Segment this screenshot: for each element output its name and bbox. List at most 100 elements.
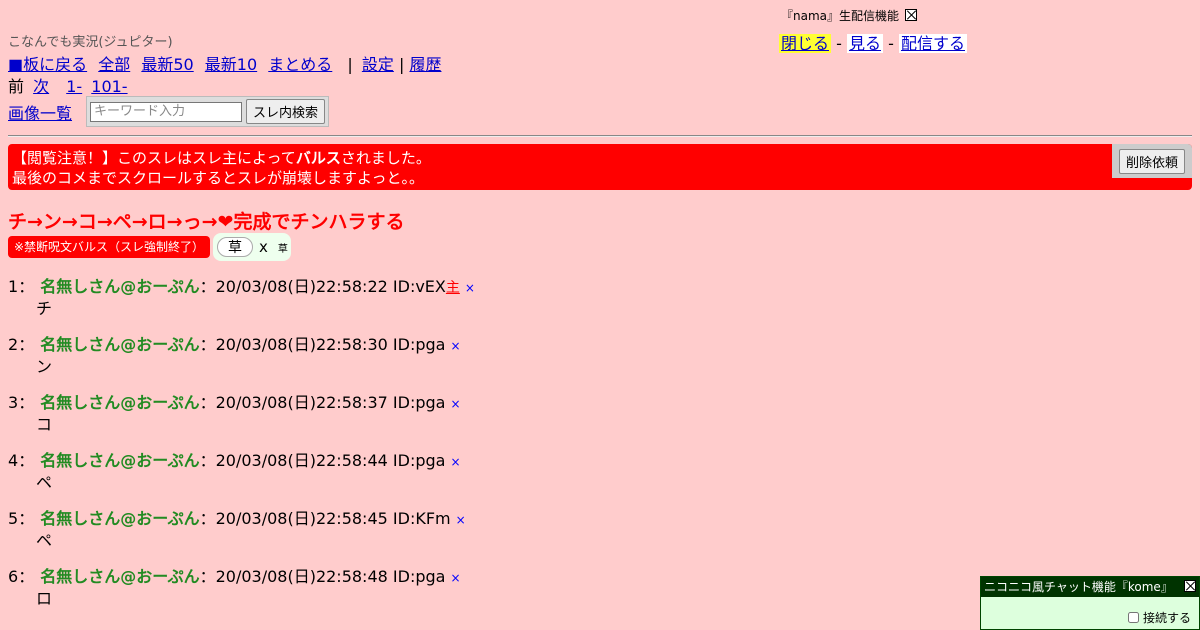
post-name: 名無しさん@おーぷん (40, 567, 200, 586)
warning-banner: 【閲覧注意！】このスレはスレ主によってバルスされました。 最後のコメまでスクロー… (8, 144, 1192, 190)
post-number[interactable]: 4 (8, 451, 18, 470)
post: 1： 名無しさん@おーぷん：20/03/08(日)22:58:22 ID:vEX主… (8, 277, 475, 335)
nama-broadcast-link[interactable]: 配信する (898, 34, 967, 53)
delete-post-icon[interactable]: × (450, 571, 460, 585)
nav-bar: ■板に戻る 全部 最新50 最新10 まとめる | 設定 | 履歴 (8, 51, 447, 75)
chat-header: ニコニコ風チャット機能『kome』 (981, 577, 1199, 597)
post-name: 名無しさん@おーぷん (40, 335, 200, 354)
post: 2： 名無しさん@おーぷん：20/03/08(日)22:58:30 ID:pga ×… (8, 335, 475, 393)
post-colon: ： (199, 451, 216, 470)
thread-title-suffix: 完成でチンハラする (233, 211, 405, 233)
post-date: 20/03/08(日)22:58:45 (215, 509, 388, 528)
connect-checkbox[interactable] (1127, 612, 1139, 623)
post-number[interactable]: 2 (8, 335, 18, 354)
delete-post-icon[interactable]: × (450, 455, 460, 469)
post-body: ペ (36, 531, 53, 550)
post-name: 名無しさん@おーぷん (40, 509, 200, 528)
post-body: ペ (36, 473, 53, 492)
post-sep: ： (18, 277, 35, 296)
close-icon[interactable] (1184, 580, 1196, 592)
back-to-board-link[interactable]: ■板に戻る (8, 55, 87, 74)
post-header: 4： 名無しさん@おーぷん：20/03/08(日)22:58:44 ID:pga × (8, 451, 475, 472)
chat-connect[interactable]: 接続する (1127, 609, 1191, 626)
post-number[interactable]: 1 (8, 277, 18, 296)
range-1-link[interactable]: 1- (66, 77, 82, 96)
post: 6： 名無しさん@おーぷん：20/03/08(日)22:58:48 ID:pga ×… (8, 567, 475, 625)
post-header: 2： 名無しさん@おーぷん：20/03/08(日)22:58:30 ID:pga × (8, 335, 475, 356)
post-date: 20/03/08(日)22:58:48 (215, 567, 388, 586)
thread-title: チ→ン→コ→ペ→ロ→っ→❤完成でチンハラする (8, 207, 404, 234)
heart-icon: ❤ (217, 211, 234, 233)
post-name: 名無しさん@おーぷん (40, 451, 200, 470)
post-id[interactable]: ID:pga (393, 451, 446, 470)
image-list-link[interactable]: 画像一覧 (8, 100, 72, 124)
nama-watch-link[interactable]: 見る (846, 34, 883, 53)
settings-link[interactable]: 設定 (362, 55, 394, 74)
post-header: 1： 名無しさん@おーぷん：20/03/08(日)22:58:22 ID:vEX主… (8, 277, 475, 298)
search-button[interactable]: スレ内検索 (246, 99, 326, 124)
delete-post-icon[interactable]: × (465, 281, 475, 295)
post-header: 3： 名無しさん@おーぷん：20/03/08(日)22:58:37 ID:pga × (8, 393, 475, 414)
delete-request-button[interactable]: 削除依頼 (1118, 148, 1185, 174)
delete-post-icon[interactable]: × (450, 339, 460, 353)
post-date: 20/03/08(日)22:58:30 (215, 335, 388, 354)
summarize-link[interactable]: まとめる (268, 55, 332, 74)
post-list: 1： 名無しさん@おーぷん：20/03/08(日)22:58:22 ID:vEX主… (8, 277, 475, 625)
post-id[interactable]: ID:pga (393, 335, 446, 354)
divider (8, 135, 1192, 137)
range-101-link[interactable]: 101- (91, 77, 127, 96)
nama-close-link[interactable]: 閉じる (779, 34, 832, 53)
post-date: 20/03/08(日)22:58:44 (215, 451, 388, 470)
balus-badge: ※禁断呪文バルス（スレ強制終了） (8, 236, 211, 258)
warning-prefix: 【閲覧注意！】このスレはスレ主によって (12, 149, 296, 167)
nav-separator: | (347, 55, 353, 74)
next-link[interactable]: 次 (33, 77, 49, 96)
all-posts-link[interactable]: 全部 (98, 55, 130, 74)
warning-bold: バルス (295, 149, 341, 167)
post-id[interactable]: ID:pga (393, 567, 446, 586)
post-id[interactable]: ID:pga (393, 393, 446, 412)
post-id[interactable]: ID:KFm (393, 509, 451, 528)
warning-line-1: 【閲覧注意！】このスレはスレ主によってバルスされました。 (12, 148, 1192, 168)
chat-panel: ニコニコ風チャット機能『kome』 接続する (980, 576, 1200, 630)
post-number[interactable]: 6 (8, 567, 18, 586)
search-input[interactable] (90, 101, 243, 122)
warning-suffix: されました。 (340, 149, 431, 167)
nama-dash: - (836, 34, 842, 53)
post-colon: ： (199, 567, 216, 586)
nama-links: 閉じる - 見る - 配信する (779, 30, 967, 54)
post-date: 20/03/08(日)22:58:22 (215, 277, 388, 296)
post-colon: ： (199, 335, 216, 354)
nama-dash-2: - (888, 34, 894, 53)
post-sep: ： (18, 335, 35, 354)
post: 3： 名無しさん@おーぷん：20/03/08(日)22:58:37 ID:pga ×… (8, 393, 475, 451)
post-colon: ： (199, 509, 216, 528)
post-header: 6： 名無しさん@おーぷん：20/03/08(日)22:58:48 ID:pga × (8, 567, 475, 588)
close-icon[interactable] (905, 9, 918, 21)
paging-bar: 前 次 1- 101- (8, 73, 128, 97)
delete-post-icon[interactable]: × (450, 397, 460, 411)
chat-title: ニコニコ風チャット機能『kome』 (984, 580, 1173, 594)
search-box: スレ内検索 (86, 96, 330, 127)
nav-separator-2: | (398, 55, 405, 74)
post-body: ン (36, 357, 53, 376)
post-id[interactable]: ID:vEX (393, 277, 446, 296)
post-body: コ (36, 415, 53, 434)
post-name: 名無しさん@おーぷん (40, 277, 200, 296)
latest10-link[interactable]: 最新10 (205, 55, 257, 74)
history-link[interactable]: 履歴 (409, 55, 441, 74)
prev-label: 前 (8, 77, 25, 96)
post: 4： 名無しさん@おーぷん：20/03/08(日)22:58:44 ID:pga ×… (8, 451, 475, 509)
nama-title: 『nama』生配信機能 (781, 7, 918, 24)
nama-title-text: 『nama』生配信機能 (781, 9, 900, 23)
kusa-area: 草 x 草 (213, 233, 291, 261)
post-number[interactable]: 5 (8, 509, 18, 528)
kusa-x: x (259, 238, 268, 256)
post-header: 5： 名無しさん@おーぷん：20/03/08(日)22:58:45 ID:KFm × (8, 509, 475, 530)
post-number[interactable]: 3 (8, 393, 18, 412)
post-sep: ： (18, 509, 35, 528)
latest50-link[interactable]: 最新50 (141, 55, 193, 74)
kusa-button[interactable]: 草 (217, 237, 253, 257)
post-sep: ： (18, 567, 35, 586)
delete-post-icon[interactable]: × (456, 513, 466, 527)
